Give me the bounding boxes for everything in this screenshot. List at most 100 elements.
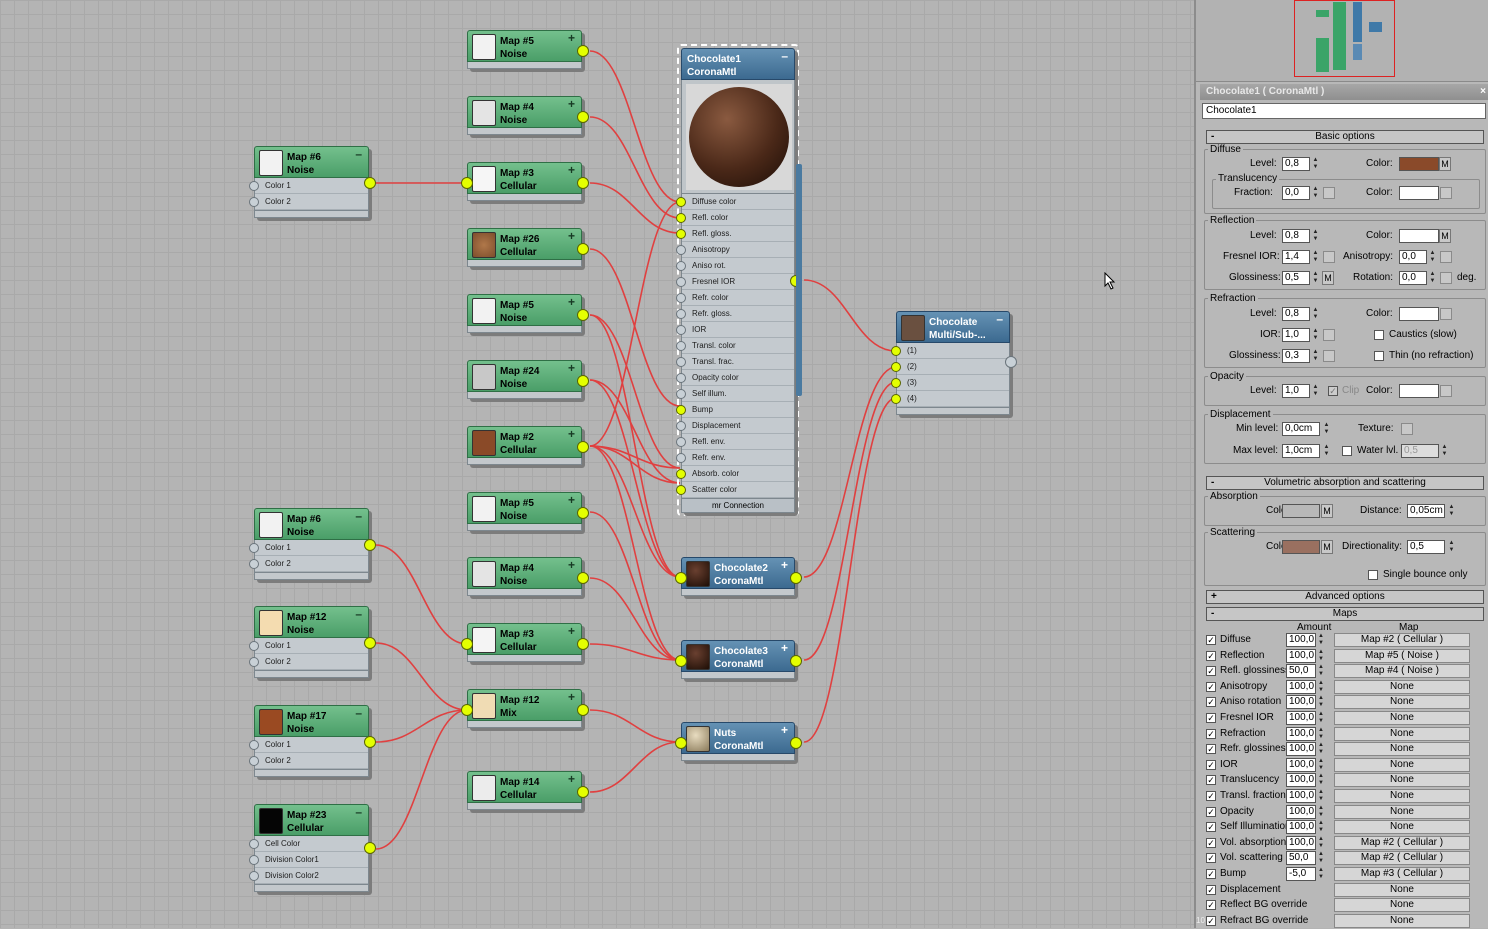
navigator-view[interactable] <box>1196 0 1488 82</box>
glossiness-map-button[interactable]: M <box>1322 271 1334 285</box>
spinner-arrows[interactable]: ▲ ▼ <box>1318 649 1327 663</box>
map-amount-spinner[interactable]: 100,0 <box>1286 711 1316 725</box>
map-enable-checkbox[interactable]: ✓ <box>1206 635 1216 645</box>
caustics-checkbox[interactable] <box>1374 330 1384 340</box>
slot-socket[interactable] <box>676 277 686 287</box>
map-enable-checkbox[interactable]: ✓ <box>1206 791 1216 801</box>
spinner-arrows[interactable]: ▲ ▼ <box>1318 789 1327 803</box>
output-socket[interactable] <box>790 655 802 667</box>
map-slot-button[interactable] <box>1323 350 1335 362</box>
slot-socket[interactable] <box>676 325 686 335</box>
map-enable-checkbox[interactable]: ✓ <box>1206 853 1216 864</box>
node-editor-canvas[interactable]: Map #5 Noise + Map #4 Noise + Map #3 Cellular… <box>0 0 1194 928</box>
input-socket[interactable] <box>461 638 473 650</box>
spinner-arrows[interactable]: ▲ ▼ <box>1318 805 1327 819</box>
input-socket[interactable] <box>675 737 687 749</box>
map-slot-button[interactable]: None <box>1334 773 1470 788</box>
node-map14-cellular[interactable]: Map #14 Cellular + <box>467 771 589 810</box>
spinner-arrows[interactable]: ▲ ▼ <box>1311 229 1320 243</box>
node-map6-noise-b[interactable]: Map #6 Noise – Color 1 Color 2 <box>249 508 376 580</box>
map-amount-spinner[interactable]: 100,0 <box>1286 726 1316 741</box>
spinner-arrows[interactable]: ▲ ▼ <box>1318 773 1327 787</box>
slot-socket[interactable] <box>676 453 686 463</box>
expand-icon[interactable]: + <box>568 428 575 441</box>
map-slot-button[interactable]: Map #4 ( Noise ) <box>1334 664 1470 679</box>
collapse-icon[interactable]: – <box>355 806 362 819</box>
map-enable-checkbox[interactable]: ✓ <box>1206 775 1216 786</box>
reflection-level-spinner[interactable]: 0,8 <box>1282 229 1310 243</box>
collapse-icon[interactable]: – <box>996 313 1003 326</box>
node-map26-cellular[interactable]: Map #26 Cellular + <box>467 228 589 267</box>
slot-socket[interactable] <box>676 485 686 495</box>
translucency-fraction-spinner[interactable]: 0,0 <box>1282 186 1310 200</box>
node-chocolate2-coronamtl[interactable]: Chocolate2 CoronaMtl + <box>675 557 802 596</box>
map-slot-button[interactable] <box>1440 187 1452 199</box>
material-slot[interactable]: Refr. env. <box>676 450 794 466</box>
spinner-arrows[interactable]: ▲ ▼ <box>1311 307 1320 321</box>
slot-socket[interactable] <box>249 756 259 766</box>
output-socket[interactable] <box>790 737 802 749</box>
slot[interactable]: Color 2 <box>249 753 368 769</box>
node-map12-mix[interactable]: Map #12 Mix + <box>461 689 589 728</box>
spinner-arrows[interactable]: ▲ ▼ <box>1428 250 1437 264</box>
material-slot[interactable]: Refr. gloss. <box>676 306 794 322</box>
map-slot-button[interactable]: Map #2 ( Cellular ) <box>1334 633 1470 647</box>
map-slot-button[interactable]: Map #3 ( Cellular ) <box>1334 867 1470 881</box>
output-socket[interactable] <box>577 638 589 650</box>
slot-socket[interactable] <box>676 389 686 399</box>
material-slot[interactable]: Transl. color <box>676 338 794 354</box>
slot[interactable]: Color 1 <box>249 737 368 753</box>
slot[interactable]: Color 1 <box>249 638 368 654</box>
spinner-arrows[interactable]: ▲ ▼ <box>1311 349 1320 363</box>
map-enable-checkbox[interactable]: ✓ <box>1206 681 1216 692</box>
map-amount-spinner[interactable]: 100,0 <box>1286 773 1316 788</box>
slot-socket[interactable] <box>891 346 901 356</box>
water-level-spinner[interactable]: 0,5 <box>1401 444 1439 458</box>
rollout-basic-options[interactable]: - Basic options <box>1206 130 1484 144</box>
map-amount-spinner[interactable]: 100,0 <box>1286 633 1316 647</box>
opacity-color-swatch[interactable] <box>1399 384 1439 398</box>
map-slot-button[interactable]: None <box>1334 882 1470 897</box>
absorption-map-button[interactable]: M <box>1321 504 1333 518</box>
map-enable-checkbox[interactable]: ✓ <box>1206 728 1216 739</box>
diffuse-map-button[interactable]: M <box>1439 157 1451 171</box>
map-amount-spinner[interactable]: 50,0 <box>1286 851 1316 866</box>
node-map6-noise-a[interactable]: Map #6 Noise – Color 1 Color 2 <box>249 146 376 218</box>
reflection-color-swatch[interactable] <box>1399 229 1439 243</box>
spinner-arrows[interactable]: ▲ ▼ <box>1311 250 1320 264</box>
mr-connection-bar[interactable]: mr Connection <box>681 499 795 513</box>
map-slot-button[interactable] <box>1440 272 1452 284</box>
expand-icon[interactable]: + <box>568 98 575 111</box>
map-enable-checkbox[interactable]: ✓ <box>1206 650 1216 661</box>
map-slot-button[interactable] <box>1440 251 1452 263</box>
map-slot-button[interactable] <box>1323 187 1335 199</box>
spinner-arrows[interactable]: ▲ ▼ <box>1318 711 1327 725</box>
single-bounce-checkbox[interactable] <box>1368 570 1378 580</box>
spinner-arrows[interactable]: ▲ ▼ <box>1318 820 1327 834</box>
slot[interactable]: Division Color1 <box>249 852 368 868</box>
spinner-arrows[interactable]: ▲ ▼ <box>1311 186 1320 200</box>
anisotropy-spinner[interactable]: 0,0 <box>1399 250 1427 264</box>
collapse-icon[interactable]: – <box>355 510 362 523</box>
slot-socket[interactable] <box>676 261 686 271</box>
spinner-arrows[interactable]: ▲ ▼ <box>1318 633 1327 647</box>
output-socket[interactable] <box>577 375 589 387</box>
node-nuts-coronamtl[interactable]: Nuts CoronaMtl + <box>675 722 802 761</box>
node-map23-cellular[interactable]: Map #23 Cellular – Cell Color Division Colo… <box>249 804 376 892</box>
map-enable-checkbox[interactable]: ✓ <box>1206 697 1216 708</box>
spinner-arrows[interactable]: ▲ ▼ <box>1447 540 1456 554</box>
map-slot-button[interactable] <box>1323 251 1335 263</box>
map-enable-checkbox[interactable]: ✓ <box>1206 884 1216 895</box>
map-slot-button[interactable]: None <box>1334 711 1470 725</box>
absorption-color-swatch[interactable] <box>1282 504 1320 518</box>
max-level-spinner[interactable]: 1,0cm <box>1282 444 1320 458</box>
spinner-arrows[interactable]: ▲ ▼ <box>1311 271 1320 285</box>
scattering-color-swatch[interactable] <box>1282 540 1320 554</box>
output-socket[interactable] <box>364 736 376 748</box>
material-slot[interactable]: Opacity color <box>676 370 794 386</box>
refraction-glossiness-spinner[interactable]: 0,3 <box>1282 349 1310 363</box>
slot[interactable]: Color 1 <box>249 178 368 194</box>
material-slot[interactable]: Anisotropy <box>676 242 794 258</box>
slot-socket[interactable] <box>676 373 686 383</box>
map-amount-spinner[interactable]: 100,0 <box>1286 789 1316 803</box>
